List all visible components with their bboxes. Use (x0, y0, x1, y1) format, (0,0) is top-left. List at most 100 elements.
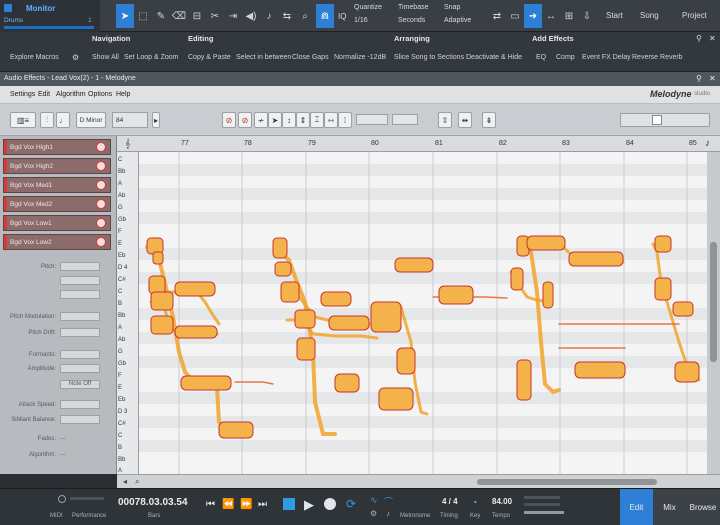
snap-magnet-icon[interactable]: ⋒ (316, 4, 334, 28)
song-button[interactable]: Song (640, 11, 659, 20)
tool-option-field[interactable] (356, 114, 388, 125)
view-layout-icon[interactable]: ▥≡ (10, 112, 36, 128)
punch-icon[interactable]: ⌒ (384, 495, 393, 508)
track-item-bgd-vox-high1[interactable]: Bgd Vox High1 (3, 139, 111, 155)
scale-select[interactable]: D Minor (76, 112, 106, 128)
quantize-time-icon[interactable]: ⇹ (458, 112, 472, 128)
close-icon[interactable]: ✕ (709, 34, 716, 43)
arrow-tool-icon[interactable]: ➤ (116, 4, 134, 28)
link-icon[interactable]: ▭ (506, 4, 524, 28)
iq-label[interactable]: IQ (338, 12, 346, 21)
key-value[interactable]: - (474, 497, 477, 506)
mix-button[interactable]: Mix (653, 489, 686, 525)
attack-speed-field[interactable] (60, 400, 100, 409)
rewind-icon[interactable]: ⏪ (222, 499, 234, 510)
zoom-icon[interactable]: ⌕ (135, 477, 139, 487)
horizontal-scrollbar[interactable]: ◂ ⌕ (117, 474, 720, 488)
sibilant-balance-field[interactable] (60, 415, 100, 424)
amplitude-tool-icon[interactable]: ⇿ (324, 112, 338, 128)
menu-edit[interactable]: Edit (38, 91, 50, 98)
zoom-tool-icon[interactable]: ⌕ (296, 4, 314, 28)
drums-label[interactable]: Drums (4, 17, 23, 24)
wave-icon[interactable]: ≁ (254, 112, 268, 128)
algorithm-value[interactable]: — (60, 452, 66, 458)
formant-tool-icon[interactable]: ⌶ (310, 112, 324, 128)
menu-options[interactable]: Options (88, 91, 112, 98)
menu-settings[interactable]: Settings (10, 91, 35, 98)
pin-icon[interactable]: ⚲ (696, 34, 702, 43)
tempo-field[interactable]: 84 (112, 112, 148, 128)
listen-tool-icon[interactable]: ♪ (260, 4, 278, 28)
edit-button[interactable]: Edit (620, 489, 653, 525)
macro-normalize[interactable]: Normalize -12dB (334, 54, 386, 61)
go-to-start-icon[interactable]: ⏮ (206, 499, 215, 510)
macro-copy-paste[interactable]: Copy & Paste (188, 54, 231, 61)
tool-option-field-2[interactable] (392, 114, 418, 125)
time-display[interactable]: 00078.03.03.54 (118, 497, 188, 508)
explore-macros-dropdown[interactable]: Explore Macros (10, 54, 59, 61)
track-item-bgd-vox-med1[interactable]: Bgd Vox Med1 (3, 177, 111, 193)
fast-forward-icon[interactable]: ⏩ (240, 499, 252, 510)
main-tool-icon[interactable]: ➤ (268, 112, 282, 128)
metronome-settings-icon[interactable]: ⚙ (370, 509, 377, 518)
menu-help[interactable]: Help (116, 91, 130, 98)
grid-icon[interactable]: ⊞ (560, 4, 578, 28)
macro-event-fx-delay[interactable]: Event FX Delay (582, 54, 631, 61)
track-item-bgd-vox-low2[interactable]: Bgd Vox Low2 (3, 234, 111, 250)
scroll-left-icon[interactable]: ◂ (123, 477, 127, 486)
fades-value[interactable]: — (60, 436, 66, 442)
vertical-scroll-thumb[interactable] (710, 242, 717, 362)
start-button[interactable]: Start (606, 11, 623, 20)
macro-reverse-reverb[interactable]: Reverse Reverb (632, 54, 683, 61)
timeline-ruler[interactable]: 𝄞 77 78 79 80 81 82 83 84 85 ♪ (117, 136, 720, 152)
tuning-fork-icon[interactable]: ♩ (56, 112, 70, 128)
track-link-icon[interactable] (96, 142, 106, 152)
macro-eq[interactable]: EQ (536, 54, 546, 61)
pitch-tool-icon[interactable]: ↕ (282, 112, 296, 128)
mute-tool-icon[interactable]: ◀) (242, 4, 260, 28)
record-icon[interactable] (324, 498, 336, 510)
track-link-icon[interactable] (96, 237, 106, 247)
link-red-2-icon[interactable]: ⊘ (238, 112, 252, 128)
go-to-end-icon[interactable]: ⏭ (258, 499, 267, 510)
horizontal-scroll-thumb[interactable] (477, 479, 657, 485)
plugin-pin-icon[interactable]: ⚲ (696, 74, 702, 83)
macro-comp[interactable]: Comp (556, 54, 575, 61)
track-link-icon[interactable] (96, 199, 106, 209)
formants-field[interactable] (60, 350, 100, 359)
pitch-field-3[interactable] (60, 290, 100, 299)
timing-value[interactable]: 4 / 4 (442, 497, 458, 506)
range-tool-icon[interactable]: ⬚ (134, 4, 152, 28)
precount-icon[interactable]: ∿ (370, 495, 378, 506)
macro-close-gaps[interactable]: Close Gaps (292, 54, 329, 61)
stop-icon[interactable] (283, 498, 295, 510)
pencil-tool-icon[interactable]: ✎ (152, 4, 170, 28)
loop-icon[interactable]: ⟳ (346, 497, 356, 511)
note-off-button[interactable]: Note Off (60, 380, 100, 389)
eraser-tool-icon[interactable]: ⌫ (170, 4, 188, 28)
track-item-bgd-vox-med2[interactable]: Bgd Vox Med2 (3, 196, 111, 212)
monitor-label[interactable]: Monitor (26, 4, 55, 13)
correct-pitch-icon[interactable]: ⇳ (438, 112, 452, 128)
auto-scroll-icon[interactable]: ↔ (542, 4, 560, 28)
download-icon[interactable]: ⇩ (578, 4, 596, 28)
track-item-bgd-vox-high2[interactable]: Bgd Vox High2 (3, 158, 111, 174)
link-red-icon[interactable]: ⊘ (222, 112, 236, 128)
pitch-mod-tool-icon[interactable]: ⇕ (296, 112, 310, 128)
settings-gear-icon[interactable]: ⚙ (72, 53, 79, 62)
midi-indicator-icon[interactable] (58, 495, 66, 503)
navigator-overview[interactable] (620, 113, 710, 127)
track-link-icon[interactable] (96, 180, 106, 190)
pitch-modulation-field[interactable] (60, 312, 100, 321)
follow-icon[interactable]: ➜ (524, 4, 542, 28)
macro-deactivate-hide[interactable]: Deactivate & Hide (466, 54, 522, 61)
scissors-tool-icon[interactable]: ✂ (206, 4, 224, 28)
pitch-drift-field[interactable] (60, 328, 100, 337)
timebase-select[interactable]: Seconds (398, 17, 425, 24)
monitor-icon[interactable] (4, 4, 12, 12)
track-link-icon[interactable] (96, 161, 106, 171)
tempo-value[interactable]: 84.00 (492, 497, 512, 506)
snap-grid-icon[interactable]: ⇄ (488, 4, 506, 28)
volume-slider[interactable] (524, 511, 564, 514)
timing-tool-icon[interactable]: ⁞ (338, 112, 352, 128)
